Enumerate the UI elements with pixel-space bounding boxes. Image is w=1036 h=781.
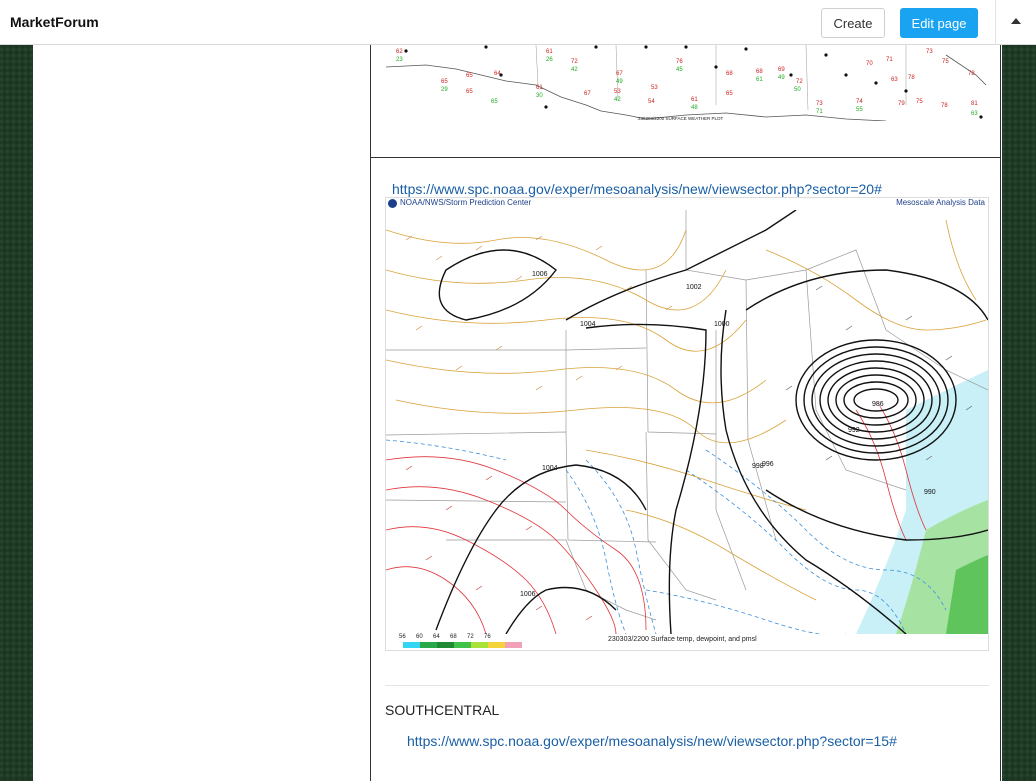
svg-text:76: 76 — [676, 59, 683, 65]
spc-sector-20-link[interactable]: https://www.spc.noaa.gov/exper/mesoanaly… — [392, 181, 882, 197]
svg-text:73: 73 — [926, 49, 933, 55]
pressure-temperature-map: 1006 1004 1002 1000 998 996 992 990 986 … — [386, 210, 988, 634]
section-divider — [385, 685, 989, 686]
svg-text:72: 72 — [571, 59, 578, 65]
noaa-logo-icon — [388, 199, 397, 208]
svg-text:65: 65 — [466, 73, 473, 79]
section-title-southcentral: SOUTHCENTRAL — [385, 702, 500, 718]
svg-text:72: 72 — [796, 79, 803, 85]
colorbar-swatch — [420, 642, 437, 648]
svg-text:68: 68 — [756, 69, 763, 75]
isobar-label-990: 990 — [924, 489, 936, 496]
isobar-label-1002: 1002 — [686, 284, 702, 291]
collapse-caret-icon[interactable] — [1011, 18, 1021, 24]
colorbar-label: 64 — [433, 634, 440, 640]
svg-text:29: 29 — [441, 87, 448, 93]
colorbar-swatch — [454, 642, 471, 648]
svg-text:69: 69 — [778, 67, 785, 73]
post-divider — [371, 157, 1000, 158]
map2-header-left: NOAA/NWS/Storm Prediction Center — [400, 198, 532, 207]
colorbar-label: 68 — [450, 634, 457, 640]
svg-text:23: 23 — [396, 57, 403, 63]
svg-text:70: 70 — [866, 61, 873, 67]
surface-weather-plot-image: 6223 6529 6565 6465 6130 6126 7242 67 67… — [386, 45, 988, 121]
colorbar-label: 72 — [467, 634, 474, 640]
colorbar-label: 56 — [399, 634, 406, 640]
colorbar-swatch — [505, 642, 522, 648]
svg-text:61: 61 — [536, 85, 543, 91]
svg-text:79: 79 — [898, 101, 905, 107]
svg-text:78: 78 — [908, 75, 915, 81]
site-brand[interactable]: MarketForum — [10, 14, 99, 30]
colorbar-swatch — [437, 642, 454, 648]
colorbar-swatch — [471, 642, 488, 648]
dewpoint-colorbar — [403, 642, 522, 648]
svg-text:71: 71 — [816, 109, 823, 115]
colorbar-swatch — [488, 642, 505, 648]
svg-text:78: 78 — [941, 103, 948, 109]
svg-text:50: 50 — [794, 87, 801, 93]
svg-text:74: 74 — [856, 99, 863, 105]
isobar-label-1006-south: 1006 — [520, 591, 536, 598]
page-container: 62 23 65 29 65 65 64 65 61 30 61 26 72 42 67 67… — [33, 45, 1002, 781]
map2-header-right: Mesoscale Analysis Data — [896, 198, 985, 207]
svg-text:42: 42 — [614, 97, 621, 103]
svg-text:73: 73 — [816, 101, 823, 107]
svg-text:61: 61 — [691, 97, 698, 103]
spc-sector-15-link[interactable]: https://www.spc.noaa.gov/exper/mesoanaly… — [407, 733, 897, 749]
svg-text:68: 68 — [726, 71, 733, 77]
svg-text:54: 54 — [648, 99, 655, 105]
svg-text:48: 48 — [691, 105, 698, 111]
svg-text:81: 81 — [971, 101, 978, 107]
post-content: 62 23 65 29 65 65 64 65 61 30 61 26 72 42 67 67… — [370, 45, 1001, 781]
navbar-divider — [995, 0, 996, 45]
svg-text:63: 63 — [891, 77, 898, 83]
svg-text:65: 65 — [726, 91, 733, 97]
svg-text:67: 67 — [584, 91, 591, 97]
svg-text:55: 55 — [856, 107, 863, 113]
colorbar-label: 60 — [416, 634, 423, 640]
colorbar-label: 76 — [484, 634, 491, 640]
svg-text:45: 45 — [676, 67, 683, 73]
svg-text:53: 53 — [651, 85, 658, 91]
colorbar-swatch — [403, 642, 420, 648]
isobar-label-996: 996 — [762, 461, 774, 468]
svg-text:75: 75 — [942, 59, 949, 65]
svg-text:75: 75 — [916, 99, 923, 105]
map2-caption: 230303/2200 Surface temp, dewpoint, and … — [608, 636, 757, 643]
edit-page-button[interactable]: Edit page — [900, 8, 978, 38]
svg-text:63: 63 — [971, 111, 978, 117]
map1-caption: 230303/2200 SURFACE WEATHER PLOT — [638, 116, 723, 121]
svg-text:53: 53 — [614, 89, 621, 95]
isobar-label-1006: 1006 — [532, 271, 548, 278]
map2-header: NOAA/NWS/Storm Prediction Center Mesosca… — [386, 198, 988, 210]
isobar-label-1000: 1000 — [714, 321, 730, 328]
svg-text:61: 61 — [756, 77, 763, 83]
left-sidebar — [33, 45, 370, 781]
svg-text:42: 42 — [571, 67, 578, 73]
map2-footer: 56 60 64 68 72 76 230303/2200 Surface te… — [386, 634, 988, 650]
mesoanalysis-image: NOAA/NWS/Storm Prediction Center Mesosca… — [385, 197, 989, 651]
svg-text:65: 65 — [441, 79, 448, 85]
svg-text:78: 78 — [968, 71, 975, 77]
top-navbar: MarketForum Create Edit page — [0, 0, 1036, 45]
svg-text:65: 65 — [491, 99, 498, 105]
svg-text:49: 49 — [778, 75, 785, 81]
isobar-label-1004: 1004 — [580, 321, 596, 328]
svg-text:61: 61 — [546, 49, 553, 55]
svg-text:65: 65 — [466, 89, 473, 95]
isobar-label-992: 992 — [848, 427, 860, 434]
create-button[interactable]: Create — [821, 8, 885, 38]
isobar-label-986: 986 — [872, 401, 884, 408]
svg-text:67: 67 — [616, 71, 623, 77]
svg-text:62: 62 — [396, 49, 403, 55]
svg-text:71: 71 — [886, 57, 893, 63]
svg-text:49: 49 — [616, 79, 623, 85]
svg-text:26: 26 — [546, 57, 553, 63]
isobar-label-1004-south: 1004 — [542, 465, 558, 472]
svg-text:30: 30 — [536, 93, 543, 99]
